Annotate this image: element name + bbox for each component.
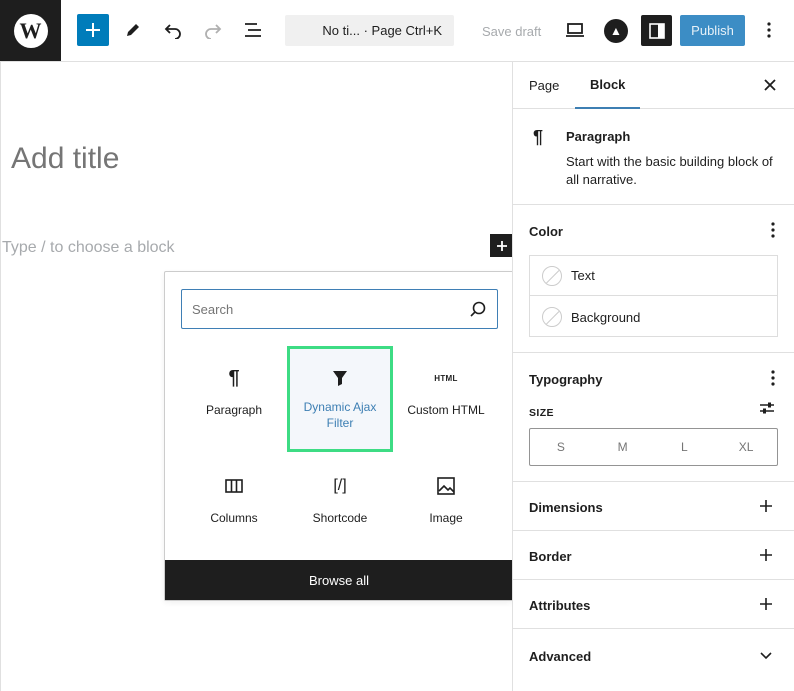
block-paragraph[interactable]: ¶ Paragraph bbox=[181, 346, 287, 452]
filter-icon bbox=[332, 366, 348, 390]
astra-icon: ▲ bbox=[610, 24, 622, 38]
color-swatch bbox=[542, 307, 562, 327]
advanced-panel-title: Advanced bbox=[529, 649, 592, 664]
font-size-option[interactable]: L bbox=[654, 429, 716, 465]
color-option-label: Background bbox=[571, 309, 641, 325]
redo-icon bbox=[205, 24, 222, 39]
kebab-icon[interactable] bbox=[771, 370, 775, 386]
post-title-input[interactable]: Add title bbox=[11, 142, 119, 176]
dimensions-panel-title: Dimensions bbox=[529, 500, 603, 515]
block-card-description: Start with the basic building block of a… bbox=[566, 154, 773, 187]
shortcode-icon: [/] bbox=[333, 477, 347, 494]
redo-button[interactable] bbox=[197, 14, 229, 46]
block-card-title: Paragraph bbox=[566, 129, 631, 144]
wordpress-icon: W bbox=[13, 13, 48, 48]
color-text-option[interactable]: Text bbox=[530, 256, 777, 296]
block-label: Paragraph bbox=[205, 403, 263, 417]
settings-sliders-icon[interactable] bbox=[759, 401, 775, 415]
kebab-icon[interactable] bbox=[771, 222, 775, 238]
pencil-icon bbox=[127, 24, 139, 36]
browse-all-button[interactable]: Browse all bbox=[165, 560, 513, 600]
tools-button[interactable] bbox=[117, 14, 149, 46]
font-size-option[interactable]: S bbox=[530, 429, 592, 465]
sidebar-icon bbox=[648, 22, 665, 39]
astra-settings-button[interactable]: ▲ bbox=[604, 19, 628, 43]
color-panel-title: Color bbox=[529, 224, 563, 239]
font-size-toggle-group: S M L XL bbox=[529, 428, 778, 466]
undo-button[interactable] bbox=[157, 14, 189, 46]
color-background-option[interactable]: Background bbox=[530, 297, 777, 337]
block-card: ¶ Paragraph Start with the basic buildin… bbox=[513, 109, 794, 205]
list-view-icon bbox=[245, 23, 261, 37]
columns-icon bbox=[225, 474, 243, 498]
color-options: Text Background bbox=[529, 255, 778, 337]
top-toolbar: W No ti... · Page Ctrl+K Save draft ▲ Pu… bbox=[0, 0, 794, 62]
block-custom-html[interactable]: HTML Custom HTML bbox=[393, 346, 499, 452]
block-columns[interactable]: Columns bbox=[181, 454, 287, 560]
document-overview-button[interactable] bbox=[237, 14, 269, 46]
attributes-panel-title: Attributes bbox=[529, 598, 591, 613]
options-menu-button[interactable] bbox=[753, 14, 785, 46]
settings-sidebar-toggle[interactable] bbox=[641, 15, 672, 46]
paragraph-icon: ¶ bbox=[533, 127, 544, 147]
html-icon: HTML bbox=[434, 373, 458, 383]
block-image[interactable]: Image bbox=[393, 454, 499, 560]
typography-panel: Typography SIZE S M L XL bbox=[513, 353, 794, 482]
color-swatch bbox=[542, 265, 562, 286]
block-label: Columns bbox=[210, 511, 258, 525]
block-shortcode[interactable]: [/] Shortcode bbox=[287, 454, 393, 560]
advanced-panel[interactable]: Advanced bbox=[513, 629, 794, 691]
wordpress-logo-button[interactable]: W bbox=[0, 0, 61, 61]
dimensions-panel[interactable]: Dimensions bbox=[513, 482, 794, 531]
inline-inserter-button[interactable] bbox=[490, 234, 513, 257]
typography-panel-title: Typography bbox=[529, 372, 603, 387]
plus-icon[interactable] bbox=[759, 499, 773, 513]
plus-icon[interactable] bbox=[759, 597, 773, 611]
close-icon[interactable] bbox=[761, 76, 779, 94]
block-label: Image bbox=[429, 511, 463, 525]
block-search-field[interactable] bbox=[181, 289, 498, 329]
block-dynamic-ajax-filter[interactable]: Dynamic Ajax Filter bbox=[287, 346, 393, 452]
sidebar-tabs: Page Block bbox=[513, 62, 794, 109]
undo-icon bbox=[164, 24, 181, 39]
plus-icon bbox=[86, 23, 100, 37]
border-panel[interactable]: Border bbox=[513, 531, 794, 580]
tab-block[interactable]: Block bbox=[575, 62, 641, 109]
color-panel: Color Text Background bbox=[513, 205, 794, 353]
search-icon bbox=[470, 301, 486, 317]
plus-icon bbox=[496, 240, 507, 251]
save-draft-button[interactable]: Save draft bbox=[482, 24, 541, 39]
block-label: Dynamic Ajax Filter bbox=[303, 400, 377, 430]
laptop-icon bbox=[566, 23, 584, 37]
command-palette-button[interactable]: No ti... · Page Ctrl+K bbox=[285, 15, 454, 46]
command-palette-label: No ti... · Page Ctrl+K bbox=[322, 23, 442, 38]
quick-inserter-popover: ¶ Paragraph Dynamic Ajax Filter HTML Cus… bbox=[164, 271, 514, 601]
image-icon bbox=[437, 474, 455, 498]
settings-sidebar: Page Block ¶ Paragraph Start with the ba… bbox=[512, 62, 794, 691]
block-search-input[interactable] bbox=[192, 300, 452, 318]
block-inserter-button[interactable] bbox=[77, 14, 109, 46]
color-option-label: Text bbox=[571, 268, 595, 283]
plus-icon[interactable] bbox=[759, 548, 773, 562]
font-size-option[interactable]: M bbox=[592, 429, 654, 465]
publish-button[interactable]: Publish bbox=[680, 15, 745, 46]
block-label: Custom HTML bbox=[407, 403, 485, 417]
preview-button[interactable] bbox=[559, 14, 591, 46]
default-block-appender[interactable]: Type / to choose a block bbox=[2, 239, 175, 257]
block-label: Shortcode bbox=[312, 511, 368, 525]
tab-page[interactable]: Page bbox=[529, 62, 563, 109]
paragraph-icon: ¶ bbox=[228, 366, 240, 389]
attributes-panel[interactable]: Attributes bbox=[513, 580, 794, 629]
font-size-label: SIZE bbox=[529, 407, 554, 419]
border-panel-title: Border bbox=[529, 549, 572, 564]
kebab-icon bbox=[767, 22, 771, 38]
chevron-down-icon[interactable] bbox=[759, 649, 773, 663]
font-size-option[interactable]: XL bbox=[715, 429, 777, 465]
